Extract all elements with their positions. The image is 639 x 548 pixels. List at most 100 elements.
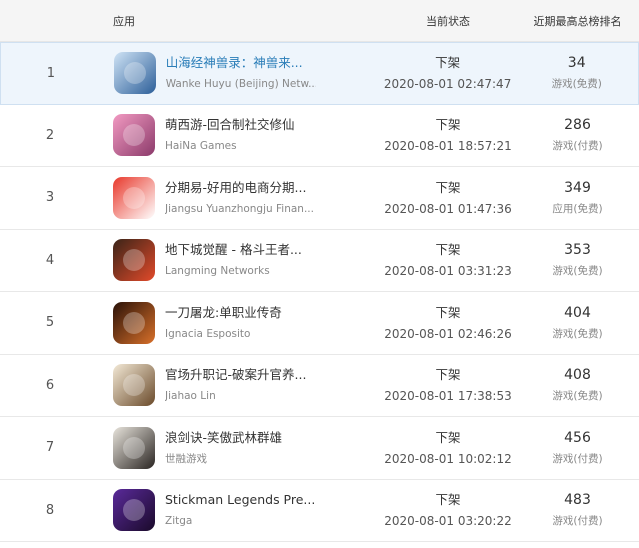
best-rank-cell: 353 游戏(免费): [516, 241, 639, 279]
best-rank-cell: 349 应用(免费): [516, 179, 639, 217]
shanhai-game-icon[interactable]: [113, 52, 156, 95]
status-time: 2020-08-01 18:57:21: [384, 139, 512, 154]
best-rank-cell: 408 游戏(免费): [516, 366, 639, 404]
dungeon-game-icon[interactable]: [113, 239, 155, 282]
best-rank-category: 游戏(付费): [552, 140, 603, 153]
icon-art: [123, 499, 145, 522]
best-rank-cell: 456 游戏(付费): [516, 429, 639, 467]
icon-art: [123, 62, 146, 85]
app-name[interactable]: 地下城觉醒 - 格斗王者...: [165, 241, 315, 259]
app-cell: 浪剑诀-笑傲武林群雄 世融游戏: [100, 426, 380, 469]
table-row[interactable]: 2 萌西游-回合制社交修仙 HaiNa Games 下架 2020-08-01 …: [0, 104, 639, 167]
status-text: 下架: [435, 492, 461, 508]
app-developer: Langming Networks: [165, 265, 270, 278]
best-rank-cell: 404 游戏(免费): [516, 304, 639, 342]
app-name[interactable]: 山海经神兽录：神兽来...: [166, 54, 316, 72]
table-row[interactable]: 3 分期易-好用的电商分期... Jiangsu Yuanzhongju Fin…: [0, 167, 639, 230]
table-row[interactable]: 4 地下城觉醒 - 格斗王者... Langming Networks 下架 2…: [0, 229, 639, 292]
app-cell: 地下城觉醒 - 格斗王者... Langming Networks: [100, 239, 380, 282]
app-cell: 官场升职记-破案升官养... Jiahao Lin: [100, 364, 380, 407]
status-time: 2020-08-01 02:46:26: [384, 326, 512, 341]
table-header: 应用 当前状态 近期最高总榜排名: [0, 0, 639, 42]
stickman-game-icon[interactable]: [113, 489, 155, 532]
best-rank-value: 408: [564, 367, 591, 384]
app-cell: 一刀屠龙:单职业传奇 Ignacia Esposito: [100, 301, 380, 344]
app-cell: 萌西游-回合制社交修仙 HaiNa Games: [100, 114, 380, 157]
icon-art: [123, 186, 145, 209]
table-row[interactable]: 6 官场升职记-破案升官养... Jiahao Lin 下架 2020-08-0…: [0, 354, 639, 417]
status-cell: 下架 2020-08-01 01:47:36: [380, 179, 516, 217]
status-cell: 下架 2020-08-01 02:47:47: [380, 54, 516, 92]
app-developer: Wanke Huyu (Beijing) Netw...: [165, 78, 316, 91]
app-name[interactable]: 官场升职记-破案升官养...: [165, 366, 315, 384]
icon-art-shape: [123, 499, 145, 522]
best-rank-value: 456: [564, 429, 591, 446]
fenqiyi-app-icon[interactable]: [113, 176, 155, 219]
app-text: Stickman Legends Pre... Zitga: [165, 491, 315, 529]
row-rank: 8: [45, 502, 55, 518]
app-developer: 世融游戏: [165, 452, 207, 465]
app-developer: Jiahao Lin: [165, 390, 216, 403]
row-rank: 6: [45, 377, 55, 393]
app-text: 官场升职记-破案升官养... Jiahao Lin: [165, 366, 315, 404]
app-name[interactable]: 一刀屠龙:单职业传奇: [165, 304, 315, 322]
status-cell: 下架 2020-08-01 03:31:23: [380, 241, 516, 279]
app-name[interactable]: 萌西游-回合制社交修仙: [165, 116, 315, 134]
status-time: 2020-08-01 03:20:22: [384, 514, 512, 529]
best-rank-category: 应用(免费): [552, 202, 603, 215]
ranking-table: 应用 当前状态 近期最高总榜排名 1 山海经神兽录：神兽来... Wanke H…: [0, 0, 639, 542]
icon-art-shape: [123, 311, 145, 334]
app-text: 一刀屠龙:单职业传奇 Ignacia Esposito: [165, 304, 315, 342]
app-name[interactable]: Stickman Legends Pre...: [165, 491, 315, 509]
best-rank-category: 游戏(免费): [552, 327, 603, 340]
icon-art: [123, 249, 145, 272]
official-promotion-game-icon[interactable]: [113, 364, 155, 407]
table-row[interactable]: 5 一刀屠龙:单职业传奇 Ignacia Esposito 下架 2020-08…: [0, 292, 639, 355]
best-rank-cell: 286 游戏(付费): [516, 116, 639, 154]
status-time: 2020-08-01 10:02:12: [384, 451, 512, 466]
status-text: 下架: [435, 242, 461, 258]
app-developer: HaiNa Games: [165, 140, 237, 153]
status-text: 下架: [435, 304, 461, 320]
status-time: 2020-08-01 03:31:23: [384, 264, 512, 279]
app-cell: 山海经神兽录：神兽来... Wanke Huyu (Beijing) Netw.…: [101, 52, 380, 95]
app-developer: Ignacia Esposito: [165, 327, 251, 340]
app-name[interactable]: 浪剑诀-笑傲武林群雄: [165, 429, 315, 447]
app-developer: Jiangsu Yuanzhongju Finan...: [165, 202, 314, 215]
table-row[interactable]: 8 Stickman Legends Pre... Zitga 下架 2020-…: [0, 479, 639, 542]
icon-art: [123, 374, 145, 397]
app-cell: Stickman Legends Pre... Zitga: [100, 489, 380, 532]
app-name[interactable]: 分期易-好用的电商分期...: [165, 179, 315, 197]
icon-art-shape: [123, 62, 146, 85]
row-rank: 4: [45, 252, 55, 268]
dragon-blade-game-icon[interactable]: [113, 301, 155, 344]
app-text: 山海经神兽录：神兽来... Wanke Huyu (Beijing) Netw.…: [166, 54, 316, 92]
table-row[interactable]: 7 浪剑诀-笑傲武林群雄 世融游戏 下架 2020-08-01 10:02:12…: [0, 417, 639, 480]
sword-game-icon[interactable]: [113, 426, 155, 469]
icon-art-shape: [123, 436, 145, 459]
best-rank-category: 游戏(免费): [552, 390, 603, 403]
best-rank-cell: 483 游戏(付费): [516, 491, 639, 529]
mengxiyou-game-icon[interactable]: [113, 114, 155, 157]
best-rank-value: 353: [564, 242, 591, 259]
app-text: 分期易-好用的电商分期... Jiangsu Yuanzhongju Finan…: [165, 179, 315, 217]
app-text: 浪剑诀-笑傲武林群雄 世融游戏: [165, 429, 315, 467]
best-rank-category: 游戏(付费): [552, 452, 603, 465]
icon-art: [123, 311, 145, 334]
icon-art-shape: [123, 124, 145, 147]
icon-art-shape: [123, 186, 145, 209]
status-text: 下架: [435, 179, 461, 195]
icon-art-shape: [123, 249, 145, 272]
best-rank-category: 游戏(免费): [552, 265, 603, 278]
row-rank: 3: [45, 190, 55, 206]
icon-art-shape: [123, 374, 145, 397]
table-row[interactable]: 1 山海经神兽录：神兽来... Wanke Huyu (Beijing) Net…: [0, 42, 639, 105]
status-text: 下架: [435, 55, 461, 71]
app-developer: Zitga: [165, 515, 193, 528]
status-text: 下架: [435, 429, 461, 445]
status-text: 下架: [435, 367, 461, 383]
row-rank: 2: [45, 127, 55, 143]
status-time: 2020-08-01 01:47:36: [384, 201, 512, 216]
best-rank-cell: 34 游戏(免费): [515, 54, 638, 92]
row-rank: 5: [45, 315, 55, 331]
